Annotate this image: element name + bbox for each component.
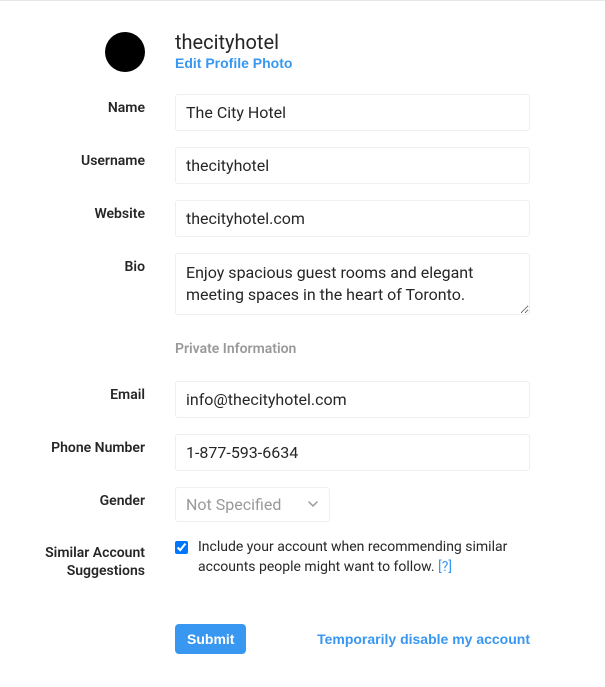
edit-profile-photo-link[interactable]: Edit Profile Photo	[175, 55, 292, 71]
profile-header: thecityhotel Edit Profile Photo	[35, 31, 570, 72]
profile-username-heading: thecityhotel	[175, 31, 530, 53]
bio-textarea[interactable]: Enjoy spacious guest rooms and elegant m…	[175, 253, 530, 315]
submit-button[interactable]: Submit	[175, 624, 246, 654]
help-link[interactable]: [?]	[438, 559, 452, 575]
website-label: Website	[94, 206, 145, 222]
website-input[interactable]	[175, 200, 530, 237]
similar-suggestions-checkbox[interactable]	[175, 541, 188, 554]
similar-suggestions-text: Include your account when recommending s…	[198, 538, 530, 577]
name-label: Name	[108, 100, 145, 116]
phone-input[interactable]	[175, 434, 530, 471]
email-input[interactable]	[175, 381, 530, 418]
chevron-down-icon	[307, 495, 319, 514]
phone-label: Phone Number	[51, 440, 145, 456]
private-info-header: Private Information	[175, 341, 530, 357]
email-label: Email	[110, 387, 145, 403]
gender-label: Gender	[100, 493, 145, 509]
gender-value: Not Specified	[186, 495, 281, 514]
avatar[interactable]	[105, 32, 145, 72]
gender-select[interactable]: Not Specified	[175, 487, 330, 522]
disable-account-link[interactable]: Temporarily disable my account	[317, 631, 530, 647]
username-input[interactable]	[175, 147, 530, 184]
bio-label: Bio	[125, 259, 145, 275]
similar-suggestions-label: Similar Account Suggestions	[45, 545, 145, 579]
username-label: Username	[81, 153, 145, 169]
name-input[interactable]	[175, 94, 530, 131]
